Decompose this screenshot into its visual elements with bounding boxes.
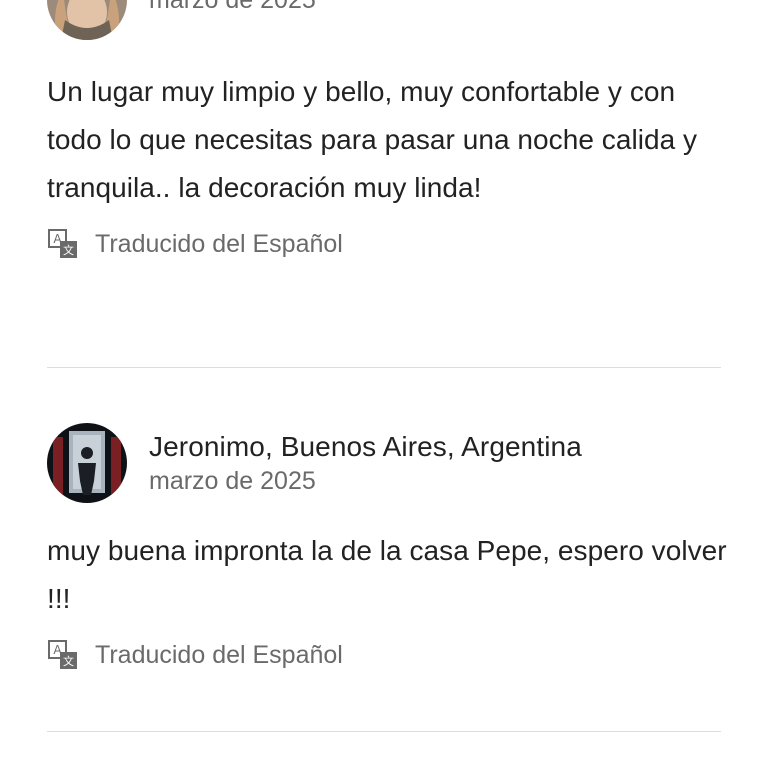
avatar-photo — [47, 423, 127, 503]
review-header: Jeronimo, Buenos Aires, Argentina marzo … — [47, 423, 727, 503]
review-date: marzo de 2025 — [149, 467, 316, 495]
review-item: Jeronimo, Buenos Aires, Argentina marzo … — [47, 423, 727, 675]
translation-note[interactable]: A 文 Traducido del Español — [47, 224, 727, 264]
review-text: muy buena impronta la de la casa Pepe, e… — [47, 535, 727, 614]
avatar-photo — [47, 0, 127, 40]
svg-text:文: 文 — [63, 654, 74, 668]
translate-icon: A 文 — [48, 640, 77, 669]
divider — [47, 367, 721, 368]
translation-label: Traducido del Español — [95, 640, 343, 669]
review-author[interactable]: Jeronimo, Buenos Aires, Argentina — [149, 429, 582, 465]
reviewer-avatar[interactable] — [47, 423, 127, 503]
review-date: marzo de 2025 — [149, 0, 316, 14]
translation-note[interactable]: A 文 Traducido del Español — [47, 635, 727, 675]
review-header: marzo de 2025 — [47, 0, 727, 40]
translate-icon: A 文 — [48, 229, 77, 258]
divider — [47, 731, 721, 732]
svg-text:文: 文 — [63, 243, 74, 257]
author-block: marzo de 2025 — [149, 0, 316, 16]
author-block: Jeronimo, Buenos Aires, Argentina marzo … — [149, 429, 582, 497]
translation-label: Traducido del Español — [95, 229, 343, 258]
review-text: Un lugar muy limpio y bello, muy confort… — [47, 76, 698, 203]
reviewer-avatar[interactable] — [47, 0, 127, 40]
review-item: marzo de 2025 Un lugar muy limpio y bell… — [47, 0, 727, 264]
